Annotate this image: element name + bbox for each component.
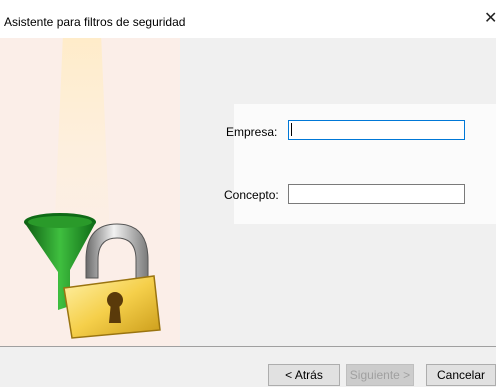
footer-divider [0,346,496,347]
empresa-label: Empresa: [226,125,278,139]
title-bar: Asistente para filtros de seguridad ✕ [0,0,496,38]
cancel-button[interactable]: Cancelar [426,364,496,386]
text-caret [291,123,292,136]
wizard-illustration [24,213,161,339]
window-title: Asistente para filtros de seguridad [4,15,186,29]
concepto-input[interactable] [288,184,465,204]
next-button[interactable]: Siguiente > [346,364,414,386]
empresa-input[interactable] [288,120,465,140]
close-icon[interactable]: ✕ [484,8,496,30]
wizard-side-panel [0,38,180,346]
concepto-label: Concepto: [224,188,279,202]
back-button[interactable]: < Atrás [268,364,340,386]
